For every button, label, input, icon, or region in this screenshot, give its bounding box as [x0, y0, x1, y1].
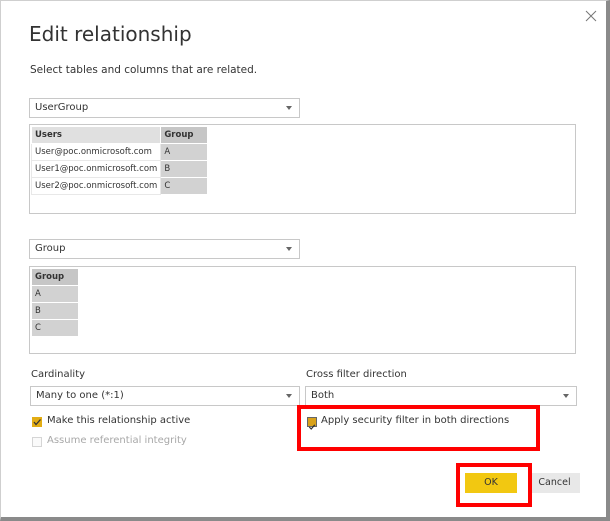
- table-row: User2@poc.onmicrosoft.com C: [30, 177, 209, 195]
- chevron-down-icon: [563, 394, 569, 398]
- make-active-checkbox[interactable]: [32, 417, 42, 427]
- table-row: B: [31, 302, 79, 320]
- security-filter-highlight: [297, 405, 540, 451]
- table1-select-value: UserGroup: [35, 102, 89, 113]
- table-cell: B: [31, 302, 79, 320]
- cardinality-label: Cardinality: [31, 369, 86, 380]
- cross-filter-select[interactable]: Both: [305, 386, 577, 406]
- table-cell: A: [31, 285, 79, 303]
- cross-filter-label: Cross filter direction: [306, 369, 407, 380]
- cancel-button[interactable]: Cancel: [529, 473, 580, 493]
- dialog-title: Edit relationship: [29, 22, 192, 46]
- table1-preview: Users Group User@poc.onmicrosoft.com A U…: [29, 124, 576, 214]
- table2-grid: Group A B C: [31, 268, 79, 337]
- table-row: User1@poc.onmicrosoft.com B: [30, 160, 209, 178]
- table-row: User@poc.onmicrosoft.com A: [30, 143, 209, 161]
- table1-grid: Users Group User@poc.onmicrosoft.com A U…: [30, 126, 209, 195]
- cardinality-select[interactable]: Many to one (*:1): [30, 386, 300, 406]
- cross-filter-value: Both: [311, 390, 335, 401]
- referential-integrity-label: Assume referential integrity: [47, 435, 187, 446]
- table2-select-value: Group: [35, 243, 66, 254]
- table-cell: A: [160, 143, 209, 161]
- column-header-group[interactable]: Group: [160, 126, 209, 144]
- table2-header-row: Group: [31, 268, 79, 286]
- table-cell: User2@poc.onmicrosoft.com: [30, 177, 162, 195]
- table1-select[interactable]: UserGroup: [29, 98, 300, 118]
- column-header-group[interactable]: Group: [31, 268, 79, 286]
- table1-header-row: Users Group: [30, 126, 209, 144]
- table-cell: User1@poc.onmicrosoft.com: [30, 160, 162, 178]
- make-active-label: Make this relationship active: [47, 415, 191, 426]
- table-cell: C: [160, 177, 209, 195]
- table-row: C: [31, 319, 79, 337]
- chevron-down-icon: [286, 394, 292, 398]
- column-header-users[interactable]: Users: [30, 126, 162, 144]
- referential-integrity-checkbox[interactable]: [32, 437, 42, 447]
- ok-button-highlight: [456, 463, 532, 507]
- table-row: A: [31, 285, 79, 303]
- dialog-subtitle: Select tables and columns that are relat…: [30, 64, 258, 76]
- cardinality-value: Many to one (*:1): [36, 390, 124, 401]
- table2-preview: Group A B C: [29, 266, 576, 354]
- close-icon[interactable]: [583, 8, 599, 24]
- chevron-down-icon: [286, 247, 292, 251]
- table-cell: B: [160, 160, 209, 178]
- chevron-down-icon: [286, 106, 292, 110]
- table-cell: User@poc.onmicrosoft.com: [30, 143, 162, 161]
- table-cell: C: [31, 319, 79, 337]
- table2-select[interactable]: Group: [29, 239, 300, 259]
